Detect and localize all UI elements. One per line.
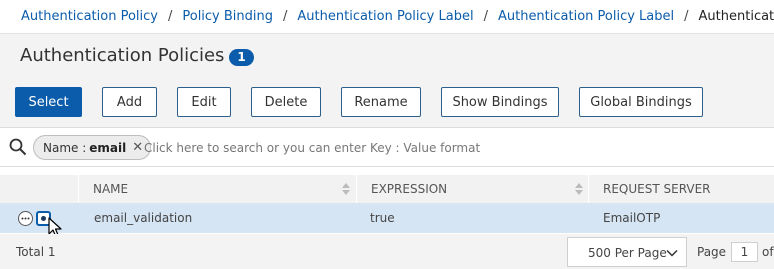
count-badge: 1 (229, 49, 254, 66)
filter-chip-value: email (89, 140, 127, 155)
sort-icon[interactable] (342, 183, 350, 195)
total-count: Total 1 (16, 245, 56, 259)
column-header-request-server[interactable]: REQUEST SERVER (588, 175, 774, 203)
global-bindings-button[interactable]: Global Bindings (579, 87, 703, 117)
search-icon[interactable] (9, 138, 27, 160)
breadcrumb-link-authentication-policy-label-2[interactable]: Authentication Policy Label (498, 9, 674, 24)
show-bindings-button[interactable]: Show Bindings (441, 87, 559, 117)
column-header-expression[interactable]: EXPRESSION (356, 175, 588, 203)
page-label: Page (697, 245, 727, 259)
delete-button[interactable]: Delete (251, 87, 321, 117)
cell-expression: true (370, 211, 395, 225)
select-button[interactable]: Select (15, 87, 82, 117)
breadcrumb-current: Authentication Policies (698, 9, 774, 24)
chevron-down-icon (666, 247, 678, 262)
column-header-name[interactable]: NAME (78, 175, 356, 203)
page-number-input[interactable] (731, 242, 758, 262)
cell-request-server: EmailOTP (603, 211, 661, 225)
filter-chip-key: Name : (43, 140, 87, 155)
breadcrumb-separator: / (684, 9, 689, 24)
page-of-label: of (762, 245, 774, 259)
breadcrumb-separator: / (167, 9, 173, 24)
per-page-value: 500 Per Page (588, 246, 667, 260)
filter-chip[interactable]: Name : email ✕ (33, 135, 152, 160)
table-header: NAME EXPRESSION REQUEST SERVER (0, 175, 774, 203)
column-header-request-server-label: REQUEST SERVER (603, 182, 711, 196)
column-header-expression-label: EXPRESSION (371, 182, 448, 196)
edit-button[interactable]: Edit (177, 87, 231, 117)
page-title: Authentication Policies (20, 45, 225, 66)
sort-icon[interactable] (575, 183, 583, 195)
table-footer: Total 1 500 Per Page Page of (0, 234, 774, 269)
toolbar: Select Add Edit Delete Rename Show Bindi… (0, 77, 774, 127)
per-page-select[interactable]: 500 Per Page (567, 237, 687, 267)
table-row[interactable]: email_validation true EmailOTP (0, 203, 774, 233)
breadcrumb-link-authentication-policy[interactable]: Authentication Policy (21, 9, 158, 24)
breadcrumb-link-authentication-policy-label[interactable]: Authentication Policy Label (297, 9, 473, 24)
rename-button[interactable]: Rename (341, 87, 421, 117)
breadcrumb-separator: / (483, 9, 488, 24)
column-header-name-label: NAME (93, 182, 129, 196)
more-icon[interactable] (18, 211, 33, 226)
breadcrumb: Authentication Policy / Policy Binding /… (0, 0, 774, 33)
add-button[interactable]: Add (102, 87, 157, 117)
cell-name: email_validation (94, 211, 193, 225)
search-input[interactable] (144, 136, 744, 160)
page-header: Authentication Policies 1 (0, 33, 774, 77)
breadcrumb-link-policy-binding[interactable]: Policy Binding (182, 9, 273, 24)
breadcrumb-separator: / (283, 9, 288, 24)
select-column-header (0, 175, 78, 203)
close-icon[interactable]: ✕ (132, 140, 143, 155)
search-bar: Name : email ✕ (0, 127, 774, 167)
